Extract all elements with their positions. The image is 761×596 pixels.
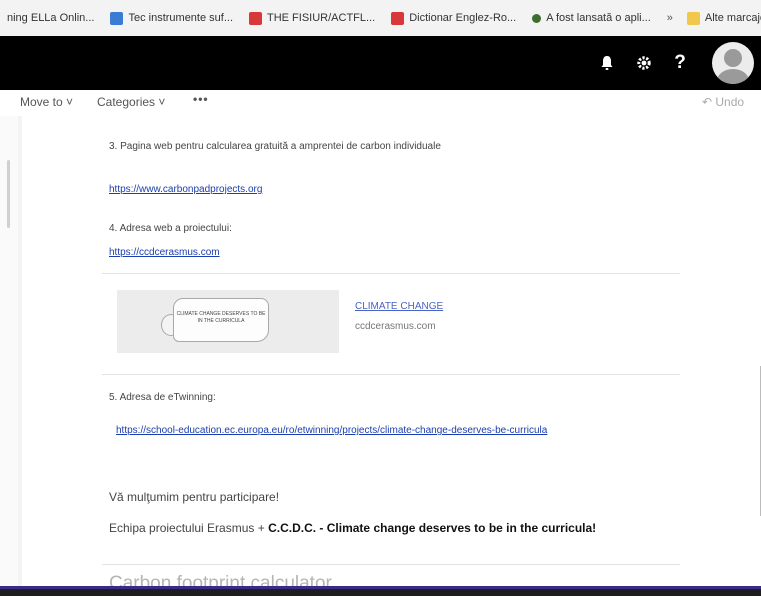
left-scrollbar[interactable] [7, 160, 10, 228]
bookmark-label: ning ELLa Onlin... [7, 12, 95, 24]
notifications-button[interactable] [592, 48, 622, 78]
bookmark-label: A fost lansată o apli... [546, 12, 651, 24]
bookmark-icon [532, 13, 542, 23]
avatar-icon [724, 49, 742, 67]
settings-button[interactable] [629, 48, 659, 78]
item-5-text: 5. Adresa de eTwinning: [109, 392, 216, 403]
bookmark-label: Dictionar Englez-Ro... [409, 12, 517, 24]
bell-icon [601, 56, 613, 70]
bookmark-item[interactable]: ning ELLa Onlin... [2, 12, 94, 25]
divider [102, 564, 680, 565]
message-body: 3. Pagina web pentru calcularea gratuită… [22, 116, 761, 586]
gear-icon [637, 56, 651, 70]
help-button[interactable]: ? [665, 48, 695, 78]
categories-button[interactable]: Categories ˅ [97, 95, 165, 109]
undo-button[interactable]: ↶ Undo [702, 95, 744, 109]
bookmark-label: THE FISIUR/ACTFL... [267, 12, 376, 24]
bookmark-icon [391, 11, 405, 25]
section-heading: Carbon footprint calculator [109, 573, 332, 586]
team-signature: Echipa proiectului Erasmus + C.C.D.C. - … [109, 521, 596, 535]
command-bar: Move to ˅ Categories ˅ ••• ↶ Undo [0, 90, 761, 116]
item-3-text: 3. Pagina web pentru calcularea gratuită… [109, 141, 441, 152]
project-website-link[interactable]: https://ccdcerasmus.com [109, 247, 220, 258]
carbon-calculator-link[interactable]: https://www.carbonpadprojects.org [109, 184, 262, 195]
other-bookmarks[interactable]: Alte marcaje [686, 11, 761, 25]
bookmark-label: Tec instrumente suf... [128, 12, 233, 24]
link-preview-image[interactable]: CLIMATE CHANGE DESERVES TO BE IN THE CUR… [117, 290, 339, 353]
item-4-text: 4. Adresa web a proiectului: [109, 223, 232, 234]
etwinning-link[interactable]: https://school-education.ec.europa.eu/ro… [116, 425, 547, 436]
avatar-body [717, 69, 749, 84]
team-name: C.C.D.C. - Climate change deserves to be… [268, 521, 597, 535]
thanks-text: Vă mulţumim pentru participare! [109, 490, 280, 504]
app-header: ? [0, 36, 761, 90]
reading-pane: 3. Pagina web pentru calcularea gratuită… [0, 116, 761, 586]
preview-banner: CLIMATE CHANGE DESERVES TO BE IN THE CUR… [173, 298, 269, 342]
divider [102, 374, 680, 375]
bookmark-item[interactable]: Dictionar Englez-Ro... [391, 11, 517, 25]
bookmark-item[interactable]: THE FISIUR/ACTFL... [249, 11, 376, 25]
bookmarks-overflow-button[interactable]: » [667, 12, 673, 24]
left-rail [0, 116, 18, 586]
bookmarks-bar: ning ELLa Onlin... Tec instrumente suf..… [0, 0, 761, 36]
translate-icon [110, 11, 124, 25]
bookmark-item[interactable]: A fost lansată o apli... [532, 12, 651, 24]
avatar[interactable] [712, 42, 754, 84]
team-prefix: Echipa proiectului Erasmus + [109, 521, 265, 535]
bookmark-icon [249, 11, 262, 25]
bottom-strip [0, 586, 761, 596]
other-bookmarks-label: Alte marcaje [704, 12, 761, 24]
link-preview-title[interactable]: CLIMATE CHANGE [355, 301, 443, 312]
bookmark-item[interactable]: Tec instrumente suf... [110, 11, 233, 25]
link-preview-domain: ccdcerasmus.com [355, 321, 436, 332]
divider [102, 273, 680, 274]
folder-icon [686, 11, 700, 25]
move-to-button[interactable]: Move to ˅ [20, 95, 73, 109]
more-options-button[interactable]: ••• [193, 92, 209, 106]
